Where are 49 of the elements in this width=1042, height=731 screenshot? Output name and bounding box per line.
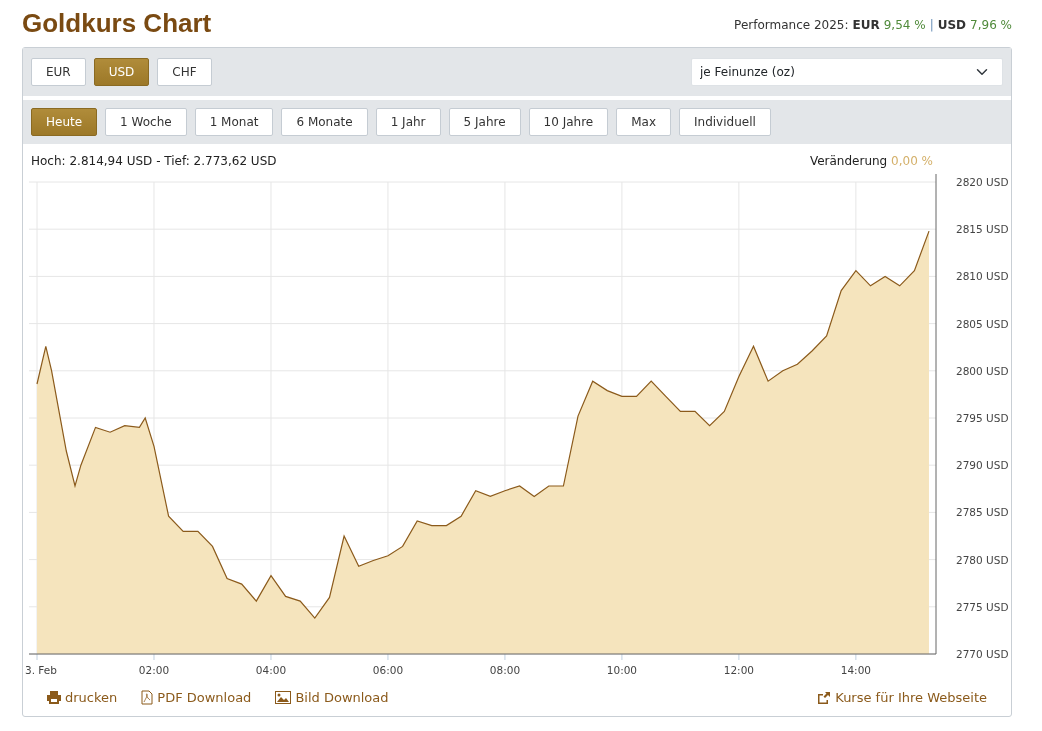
high-low-text: Hoch: 2.814,94 USD - Tief: 2.773,62 USD <box>31 153 277 171</box>
separator-text: | <box>929 17 934 34</box>
y-axis-label: 2805 USD <box>956 317 1009 330</box>
performance-label: Performance 2025: <box>734 17 849 34</box>
y-axis-label: 2790 USD <box>956 459 1009 472</box>
x-axis-label: 08:00 <box>489 664 521 677</box>
x-axis-label: 10:00 <box>606 664 638 677</box>
range-tab[interactable]: Individuell <box>679 108 771 137</box>
range-tab[interactable]: Heute <box>31 108 98 137</box>
y-axis-label: 2795 USD <box>956 412 1009 425</box>
printer-icon <box>47 691 61 705</box>
embed-link[interactable]: Kurse für Ihre Webseite <box>817 688 987 708</box>
y-axis-label: 2800 USD <box>956 365 1009 377</box>
x-axis-label: 3. Feb <box>25 664 57 677</box>
range-tab[interactable]: 1 Woche <box>105 108 187 137</box>
currency-label: EUR <box>852 17 880 34</box>
currency-button[interactable]: CHF <box>157 58 212 87</box>
y-axis-label: 2770 USD <box>956 648 1009 661</box>
y-axis-label: 2820 USD <box>956 176 1009 189</box>
x-axis-label: 12:00 <box>723 664 754 677</box>
print-link[interactable]: drucken <box>47 688 118 708</box>
range-tab[interactable]: 6 Monate <box>281 108 368 137</box>
performance-value: 9,54 % <box>883 17 926 34</box>
unit-select[interactable]: je Feinunze (oz) <box>691 58 1003 87</box>
range-tab[interactable]: 1 Monat <box>194 108 274 137</box>
range-tab[interactable]: 10 Jahre <box>528 108 609 137</box>
y-axis-label: 2785 USD <box>956 506 1009 519</box>
x-axis-label: 02:00 <box>138 664 170 677</box>
range-tab[interactable]: 1 Jahr <box>375 108 441 137</box>
download-link[interactable]: PDF Download <box>141 688 252 708</box>
x-axis-label: 06:00 <box>372 664 404 677</box>
change-text: Veränderung 0,00 % <box>809 153 933 171</box>
image-icon <box>275 691 292 705</box>
range-tab[interactable]: 5 Jahre <box>448 108 521 137</box>
currency-button[interactable]: EUR <box>31 58 86 87</box>
pdf-file-icon <box>141 690 154 706</box>
y-axis-label: 2780 USD <box>956 553 1009 566</box>
x-axis-label: 04:00 <box>255 664 287 677</box>
currency-label: USD <box>937 17 967 34</box>
share-icon <box>817 691 832 705</box>
y-axis-label: 2810 USD <box>956 270 1009 283</box>
range-tab[interactable]: Max <box>616 108 671 137</box>
download-link[interactable]: Bild Download <box>275 688 389 708</box>
y-axis-label: 2775 USD <box>956 601 1009 613</box>
performance-value: 7,96 % <box>970 17 1012 34</box>
page-title: Goldkurs Chart <box>22 8 212 40</box>
y-axis-label: 2815 USD <box>956 223 1009 236</box>
currency-button[interactable]: USD <box>93 58 150 87</box>
x-axis-label: 14:00 <box>840 664 871 677</box>
